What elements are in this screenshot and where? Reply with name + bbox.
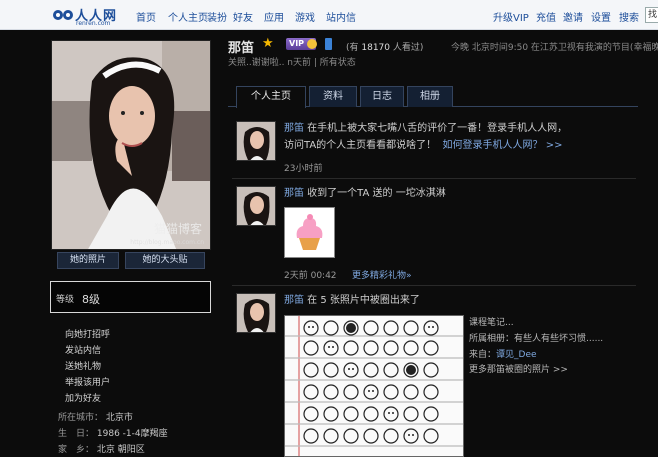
add-friend-link[interactable]: 加为好友	[65, 391, 101, 404]
level-label: 等级	[56, 295, 75, 305]
renren-logo-icon	[53, 10, 73, 20]
ice-cream-gift-icon[interactable]	[284, 207, 335, 258]
feed-user-name[interactable]: 那笛	[284, 188, 304, 199]
info-city-label: 所在城市	[58, 413, 95, 423]
star-icon: ★	[262, 36, 274, 51]
feed-avatar-image	[237, 122, 275, 160]
photo-source: 来自：谭见_Dee	[469, 347, 537, 360]
avatar-watermark-url: http://blog.maoo.com.cn	[130, 239, 204, 246]
feed-user-name[interactable]: 那笛	[284, 295, 304, 306]
avatar-photo	[52, 41, 210, 249]
upgrade-vip-link[interactable]: 升级VIP	[493, 9, 529, 24]
tab-homepage[interactable]: 个人主页	[236, 86, 306, 108]
feed-item-3-line: 在 5 张照片中被圈出来了	[304, 295, 420, 306]
feed-item-1-line1: 在手机上被大家七嘴八舌的评价了一番！登录手机人人网，	[304, 123, 568, 134]
send-gift-link[interactable]: 送她礼物	[65, 359, 101, 372]
visitors-number: 18170	[361, 43, 391, 53]
status-text: 今晚 北京时间9:50 在江苏卫视有我演的节目(幸福晚	[451, 43, 658, 53]
info-birthday-label: 生 日	[58, 429, 86, 439]
info-hometown: 家 乡： 北京 朝阳区	[58, 442, 145, 455]
feed-item-2-line: 收到了一个TA 送的 一坨冰淇淋	[304, 188, 446, 199]
nav-decorate[interactable]: 装扮	[207, 9, 227, 24]
feed-avatar[interactable]	[236, 293, 276, 333]
report-user-link[interactable]: 举报该用户	[65, 375, 110, 388]
visitor-count: (有 18170 人看过)	[346, 40, 423, 53]
nav-games[interactable]: 游戏	[295, 9, 315, 24]
feed-avatar[interactable]	[236, 121, 276, 161]
mobile-icon[interactable]	[325, 38, 332, 50]
feed-item-1-line2: 访问TA的个人主页看看都说啥了！	[284, 140, 437, 151]
mobile-login-help-link[interactable]: 如何登录手机人人网？ >>	[443, 140, 563, 151]
invite-link[interactable]: 邀请	[563, 9, 583, 24]
send-message-link[interactable]: 发站内信	[65, 343, 101, 356]
status-continued: 关照..谢谢啦.. n天前 | 所有状态	[228, 55, 356, 68]
info-city-sep: ：	[94, 413, 104, 423]
feed-avatar-image	[237, 294, 275, 332]
renren-logo[interactable]: 人人网 renren.com	[53, 5, 125, 27]
info-city: 所在城市： 北京市	[58, 410, 133, 423]
profile-name: 那笛	[228, 41, 255, 56]
photo-caption: 课程笔记...	[469, 318, 514, 328]
nav-friends[interactable]: 好友	[233, 9, 253, 24]
visitors-prefix: (有	[346, 43, 362, 53]
logo-subtext: renren.com	[76, 20, 111, 27]
nav-home[interactable]: 首页	[136, 9, 156, 24]
tab-profile-info[interactable]: 资料	[309, 86, 357, 107]
feed-user-name[interactable]: 那笛	[284, 123, 304, 134]
feed-divider	[232, 285, 636, 286]
visitors-suffix: 人看过)	[390, 43, 424, 53]
nav-messages[interactable]: 站内信	[326, 9, 356, 24]
her-avatars-button[interactable]: 她的大头贴	[125, 252, 205, 269]
ice-cream-icon	[296, 214, 323, 250]
info-birthday-value: 1986 -1-4摩羯座	[96, 429, 168, 439]
feed-divider	[232, 178, 636, 179]
settings-link[interactable]: 设置	[591, 9, 611, 24]
profile-avatar[interactable]: 猫猫博客 http://blog.maoo.com.cn	[51, 40, 211, 250]
nav-apps[interactable]: 应用	[264, 9, 284, 24]
nav-profile[interactable]: 个人主页	[168, 9, 208, 24]
feed-item-2-time: 2天前 00:42	[284, 271, 337, 281]
all-status-link[interactable]: | 所有状态	[314, 58, 356, 68]
status-text-2: 关照..谢谢啦.. n天前	[228, 58, 312, 68]
feed-item-2-text: 那笛 收到了一个TA 送的 一坨冰淇淋	[284, 185, 446, 202]
info-hometown-label: 家 乡	[58, 445, 86, 455]
search-link[interactable]: 搜索	[619, 9, 639, 24]
tagged-photo[interactable]	[284, 315, 464, 457]
photo-source-label: 来自：	[469, 350, 497, 360]
top-navigation-bar: 人人网 renren.com 首页 个人主页 装扮 好友 应用 游戏 站内信 升…	[0, 0, 658, 30]
tab-blog[interactable]: 日志	[360, 86, 404, 107]
more-tagged-photos-link[interactable]: 更多那笛被圈的照片 >>	[469, 362, 568, 375]
feed-item-1-text: 那笛 在手机上被大家七嘴八舌的评价了一番！登录手机人人网， 访问TA的个人主页看…	[284, 120, 567, 154]
her-photos-button[interactable]: 她的照片	[57, 252, 119, 269]
feed-avatar[interactable]	[236, 186, 276, 226]
search-input[interactable]: 找	[645, 7, 658, 23]
level-value: 8级	[82, 293, 100, 306]
feed-avatar-image	[237, 187, 275, 225]
info-hometown-value: 北京 朝阳区	[96, 445, 145, 455]
recharge-link[interactable]: 充值	[536, 9, 556, 24]
feed-item-3-text: 那笛 在 5 张照片中被圈出来了	[284, 292, 420, 309]
info-city-value: 北京市	[105, 413, 133, 423]
info-birthday: 生 日： 1986 -1-4摩羯座	[58, 426, 168, 439]
photo-album[interactable]: 所属相册：有些人有些坏习惯......	[469, 331, 603, 344]
tab-albums[interactable]: 相册	[407, 86, 453, 107]
emoji-sketch-photo	[285, 316, 463, 456]
feed-item-1-time: 23小时前	[284, 164, 323, 174]
say-hello-link[interactable]: 向她打招呼	[65, 327, 110, 340]
vip-coin-icon	[307, 39, 317, 49]
info-birthday-sep: ：	[85, 429, 95, 439]
more-gifts-link[interactable]: 更多精彩礼物»	[352, 268, 412, 281]
level-box: 等级 8级	[50, 281, 211, 313]
info-hometown-sep: ：	[85, 445, 95, 455]
avatar-watermark: 猫猫博客	[153, 222, 202, 236]
photo-source-user[interactable]: 谭见_Dee	[496, 350, 537, 360]
